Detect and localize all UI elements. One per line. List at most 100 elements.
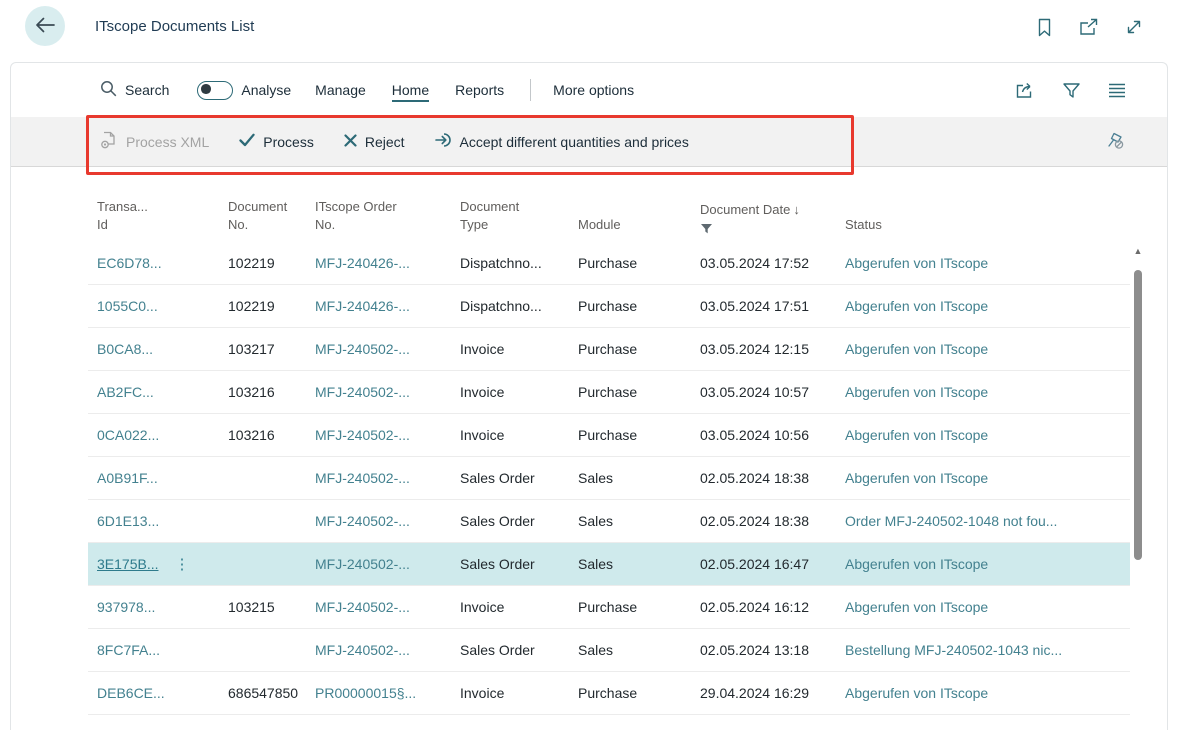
scrollbar-thumb[interactable] xyxy=(1134,270,1142,560)
cell-transaction-id[interactable]: 1055C0... xyxy=(97,298,228,314)
cell-status[interactable]: Abgerufen von ITscope xyxy=(845,341,1130,357)
column-header-transaction-id[interactable]: Transa...Id xyxy=(97,198,228,234)
cell-order-no[interactable]: MFJ-240502-... xyxy=(315,599,460,615)
cell-order-no[interactable]: MFJ-240502-... xyxy=(315,341,460,357)
cell-status[interactable]: Abgerufen von ITscope xyxy=(845,255,1130,271)
column-filter-funnel-icon[interactable] xyxy=(700,222,835,234)
sign-in-arrow-icon xyxy=(435,132,452,151)
process-label: Process xyxy=(263,134,314,150)
cell-order-no[interactable]: MFJ-240426-... xyxy=(315,255,460,271)
cell-document-date: 02.05.2024 16:47 xyxy=(700,556,845,572)
open-in-new-window-icon[interactable] xyxy=(1079,17,1099,37)
cell-status[interactable]: Abgerufen von ITscope xyxy=(845,298,1130,314)
cell-status[interactable]: Abgerufen von ITscope xyxy=(845,556,1130,572)
scroll-up-arrow-icon[interactable] xyxy=(1132,246,1144,256)
row-context-menu-icon[interactable] xyxy=(175,556,190,573)
cell-transaction-id[interactable]: AB2FC... xyxy=(97,384,228,400)
cell-order-no[interactable]: MFJ-240502-... xyxy=(315,470,460,486)
column-header-document-type[interactable]: DocumentType xyxy=(460,198,578,234)
cell-order-no[interactable]: MFJ-240502-... xyxy=(315,513,460,529)
table-row[interactable]: AB2FC...103216MFJ-240502-...InvoicePurch… xyxy=(88,371,1130,414)
column-header-status[interactable]: Status xyxy=(845,216,1130,234)
cell-status[interactable]: Bestellung MFJ-240502-1043 nic... xyxy=(845,642,1130,658)
cell-document-type: Sales Order xyxy=(460,513,578,529)
unpin-icon[interactable] xyxy=(1104,129,1127,155)
cell-transaction-id[interactable]: 937978... xyxy=(97,599,228,615)
cell-module: Purchase xyxy=(578,685,700,701)
cell-transaction-id[interactable]: EC6D78... xyxy=(97,255,228,271)
toolbar-divider xyxy=(530,79,531,101)
cell-status[interactable]: Abgerufen von ITscope xyxy=(845,384,1130,400)
cell-module: Purchase xyxy=(578,384,700,400)
cell-transaction-id[interactable]: 8FC7FA... xyxy=(97,642,228,658)
accept-different-quantities-label: Accept different quantities and prices xyxy=(460,134,689,150)
cell-order-no[interactable]: MFJ-240426-... xyxy=(315,298,460,314)
cell-status[interactable]: Order MFJ-240502-1048 not fou... xyxy=(845,513,1130,529)
filter-icon[interactable] xyxy=(1061,80,1081,100)
table-row[interactable]: DEB6CE...686547850PR00000015§...InvoiceP… xyxy=(88,672,1130,715)
cell-document-no: 102219 xyxy=(228,255,315,271)
vertical-scrollbar[interactable] xyxy=(1132,246,1144,726)
list-view-icon[interactable] xyxy=(1107,80,1127,100)
cell-document-type: Sales Order xyxy=(460,556,578,572)
menu-reports[interactable]: Reports xyxy=(455,78,504,102)
cell-document-type: Invoice xyxy=(460,685,578,701)
reject-button[interactable]: Reject xyxy=(344,134,405,150)
cell-order-no[interactable]: MFJ-240502-... xyxy=(315,384,460,400)
cell-document-no: 102219 xyxy=(228,298,315,314)
column-header-module[interactable]: Module xyxy=(578,216,700,234)
menu-home[interactable]: Home xyxy=(392,78,429,102)
cell-document-date: 03.05.2024 10:56 xyxy=(700,427,845,443)
cell-transaction-id[interactable]: 0CA022... xyxy=(97,427,228,443)
cell-transaction-id[interactable]: B0CA8... xyxy=(97,341,228,357)
process-xml-button[interactable]: Process XML xyxy=(100,131,209,152)
table-body: EC6D78...102219MFJ-240426-...Dispatchno.… xyxy=(88,242,1130,715)
cell-status[interactable]: Abgerufen von ITscope xyxy=(845,427,1130,443)
column-header-document-no[interactable]: DocumentNo. xyxy=(228,198,315,234)
cell-status[interactable]: Abgerufen von ITscope xyxy=(845,470,1130,486)
cell-transaction-id[interactable]: A0B91F... xyxy=(97,470,228,486)
column-header-document-date[interactable]: Document Date xyxy=(700,201,845,234)
bookmark-icon[interactable] xyxy=(1034,17,1054,37)
analyse-toggle[interactable] xyxy=(197,81,233,100)
column-header-itscope-order-no[interactable]: ITscope OrderNo. xyxy=(315,198,460,234)
table-header: Transa...Id DocumentNo. ITscope OrderNo.… xyxy=(88,183,1130,242)
search-button[interactable]: Search xyxy=(100,80,169,100)
process-xml-label: Process XML xyxy=(126,134,209,150)
process-xml-icon xyxy=(100,131,118,152)
table-row[interactable]: A0B91F...MFJ-240502-...Sales OrderSales0… xyxy=(88,457,1130,500)
cell-module: Sales xyxy=(578,556,700,572)
cell-status[interactable]: Abgerufen von ITscope xyxy=(845,599,1130,615)
cell-document-type: Invoice xyxy=(460,384,578,400)
table-row[interactable]: 1055C0...102219MFJ-240426-...Dispatchno.… xyxy=(88,285,1130,328)
table-row[interactable]: 6D1E13...MFJ-240502-...Sales OrderSales0… xyxy=(88,500,1130,543)
itscope-documents-list-page: ITscope Documents List Search Analyse Ma… xyxy=(0,0,1180,730)
cell-module: Purchase xyxy=(578,298,700,314)
cell-order-no[interactable]: MFJ-240502-... xyxy=(315,642,460,658)
share-icon[interactable] xyxy=(1015,80,1035,100)
cell-module: Purchase xyxy=(578,599,700,615)
cell-order-no[interactable]: MFJ-240502-... xyxy=(315,427,460,443)
cell-document-type: Dispatchno... xyxy=(460,255,578,271)
cell-transaction-id[interactable]: 6D1E13... xyxy=(97,513,228,529)
cell-status[interactable]: Abgerufen von ITscope xyxy=(845,685,1130,701)
check-icon xyxy=(239,133,255,150)
cell-order-no[interactable]: MFJ-240502-... xyxy=(315,556,460,572)
cell-order-no[interactable]: PR00000015§... xyxy=(315,685,460,701)
menu-manage[interactable]: Manage xyxy=(315,78,366,102)
process-button[interactable]: Process xyxy=(239,133,314,150)
table-row[interactable]: 8FC7FA...MFJ-240502-...Sales OrderSales0… xyxy=(88,629,1130,672)
expand-icon[interactable] xyxy=(1124,17,1144,37)
search-label: Search xyxy=(125,82,169,98)
table-row[interactable]: 3E175B... MFJ-240502-...Sales OrderSales0… xyxy=(88,543,1130,586)
cell-transaction-id[interactable]: DEB6CE... xyxy=(97,685,228,701)
cell-transaction-id[interactable]: 3E175B... xyxy=(97,555,228,573)
back-button[interactable] xyxy=(25,6,65,46)
table-row[interactable]: 937978...103215MFJ-240502-...InvoicePurc… xyxy=(88,586,1130,629)
table-row[interactable]: B0CA8...103217MFJ-240502-...InvoicePurch… xyxy=(88,328,1130,371)
more-options-button[interactable]: More options xyxy=(553,78,634,102)
accept-different-quantities-button[interactable]: Accept different quantities and prices xyxy=(435,132,689,151)
cell-document-type: Dispatchno... xyxy=(460,298,578,314)
table-row[interactable]: EC6D78...102219MFJ-240426-...Dispatchno.… xyxy=(88,242,1130,285)
table-row[interactable]: 0CA022...103216MFJ-240502-...InvoicePurc… xyxy=(88,414,1130,457)
